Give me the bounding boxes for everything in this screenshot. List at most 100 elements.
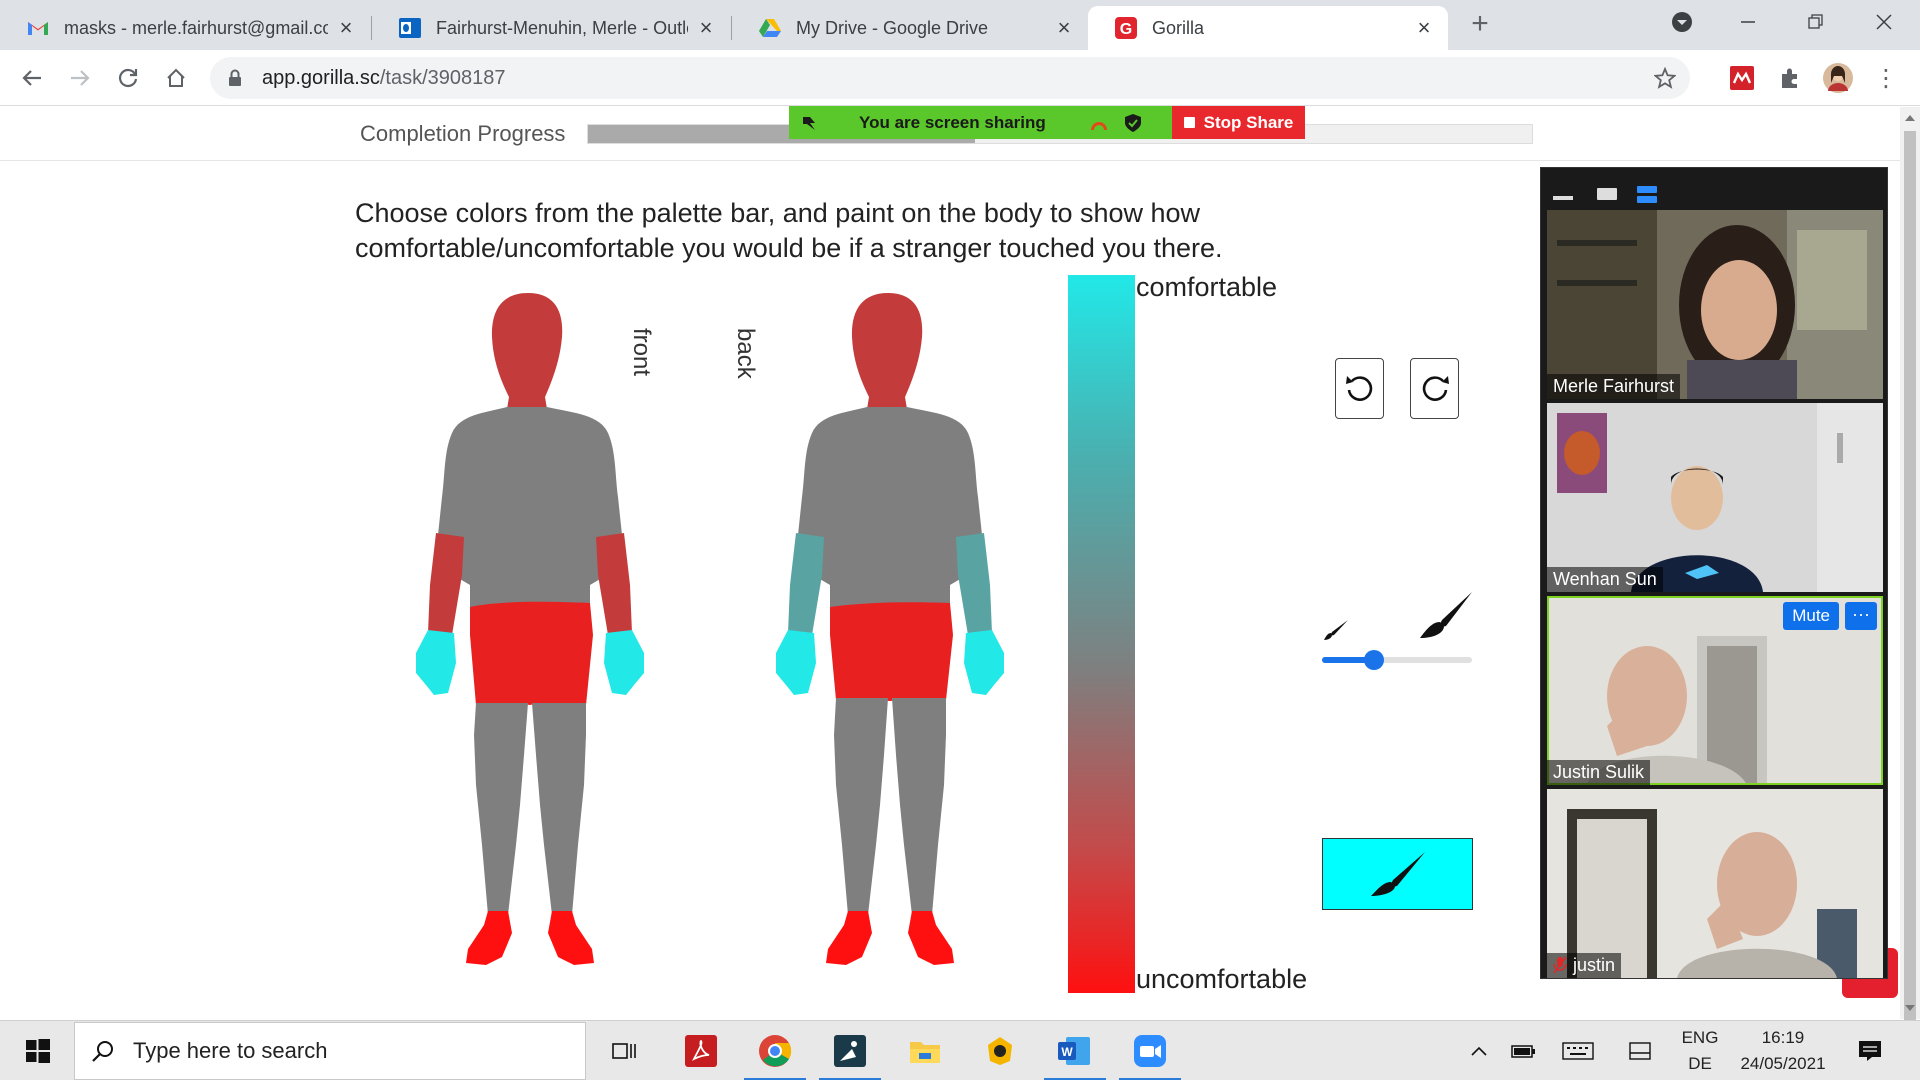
front-head[interactable] xyxy=(491,293,563,409)
back-body[interactable] xyxy=(776,293,1004,965)
participant-tile[interactable]: Merle Fairhurst xyxy=(1547,210,1883,399)
back-right-hand[interactable] xyxy=(776,630,816,695)
tab-search-icon[interactable] xyxy=(1652,0,1712,44)
gorilla-icon: G xyxy=(1115,17,1137,39)
stop-share-button[interactable]: Stop Share xyxy=(1172,106,1305,139)
keyboard-icon[interactable] xyxy=(1556,1021,1600,1080)
svg-text:G: G xyxy=(1120,21,1132,38)
front-body[interactable] xyxy=(416,293,644,965)
body-map-canvas[interactable] xyxy=(390,285,1030,1005)
back-right-forearm[interactable] xyxy=(788,533,824,635)
reload-icon[interactable] xyxy=(108,58,148,98)
minimize-icon[interactable] xyxy=(1718,0,1778,44)
front-right-hand[interactable] xyxy=(416,630,456,695)
front-left-forearm[interactable] xyxy=(596,533,632,635)
windows-start-button[interactable] xyxy=(10,1021,66,1080)
svg-text:W: W xyxy=(1061,1045,1073,1059)
slider-thumb[interactable] xyxy=(1363,650,1384,670)
front-torso[interactable] xyxy=(438,407,622,615)
acrobat-reader-icon[interactable] xyxy=(666,1021,736,1080)
back-left-foot[interactable] xyxy=(908,911,954,965)
input-language-indicator[interactable]: ENG DE xyxy=(1670,1021,1730,1080)
back-torso[interactable] xyxy=(798,407,982,615)
participant-name: Merle Fairhurst xyxy=(1547,374,1681,399)
mendeley-extension-icon[interactable] xyxy=(1722,58,1762,98)
scroll-thumb[interactable] xyxy=(1904,131,1916,1021)
minimize-video-icon[interactable] xyxy=(1553,186,1573,200)
page-scrollbar[interactable] xyxy=(1900,107,1920,1021)
taskbar-search-box[interactable]: Type here to search xyxy=(74,1022,586,1080)
front-left-foot[interactable] xyxy=(548,911,594,965)
undo-button[interactable] xyxy=(1335,358,1384,419)
zoom-app-icon[interactable] xyxy=(1115,1021,1185,1080)
back-right-leg[interactable] xyxy=(834,698,888,915)
kindle-reader-icon[interactable] xyxy=(815,1021,885,1080)
front-right-leg[interactable] xyxy=(474,703,528,915)
battery-icon[interactable] xyxy=(1504,1021,1544,1080)
close-tab-icon[interactable]: × xyxy=(1054,15,1074,41)
back-left-leg[interactable] xyxy=(892,698,946,915)
front-right-forearm[interactable] xyxy=(428,533,464,635)
back-right-foot[interactable] xyxy=(826,911,872,965)
show-hidden-icons[interactable] xyxy=(1464,1021,1494,1080)
speaker-view-icon[interactable] xyxy=(1597,186,1617,200)
close-window-icon[interactable] xyxy=(1854,0,1914,44)
participant-tile[interactable]: Wenhan Sun xyxy=(1547,403,1883,592)
front-hips[interactable] xyxy=(470,601,593,706)
gallery-view-icon[interactable] xyxy=(1637,186,1657,204)
close-tab-icon[interactable]: × xyxy=(1414,15,1434,41)
sharing-status-area[interactable]: You are screen sharing xyxy=(789,106,1172,139)
profile-avatar[interactable] xyxy=(1818,58,1858,98)
clock[interactable]: 16:19 24/05/2021 xyxy=(1730,1021,1836,1080)
back-head[interactable] xyxy=(851,293,923,409)
tab-title: My Drive - Google Drive xyxy=(796,17,989,38)
chrome-icon[interactable] xyxy=(740,1021,810,1080)
participant-video xyxy=(1547,403,1883,592)
selected-color-swatch[interactable] xyxy=(1322,838,1473,910)
front-left-hand[interactable] xyxy=(604,630,644,695)
participant-tile-active-speaker[interactable]: Mute ··· Justin Sulik xyxy=(1547,596,1883,785)
participant-tile[interactable]: justin xyxy=(1547,789,1883,978)
bookmark-star-icon[interactable] xyxy=(1654,67,1676,89)
tab-gorilla[interactable]: G Gorilla × xyxy=(1088,6,1448,50)
tab-outlook[interactable]: Fairhurst-Menuhin, Merle - Outlo × xyxy=(372,6,730,50)
display-icon[interactable] xyxy=(1620,1021,1660,1080)
color-palette-bar[interactable] xyxy=(1068,275,1135,993)
google-drive-icon xyxy=(759,19,781,37)
brush-size-slider[interactable] xyxy=(1322,650,1472,670)
chrome-menu-icon[interactable]: ⋮ xyxy=(1866,58,1906,98)
close-tab-icon[interactable]: × xyxy=(696,15,716,41)
notifications-icon[interactable] xyxy=(1850,1021,1890,1080)
screen-sharing-banner: You are screen sharing Stop Share xyxy=(789,106,1305,139)
tab-gmail[interactable]: masks - merle.fairhurst@gmail.co × xyxy=(0,6,370,50)
back-hips[interactable] xyxy=(830,602,953,702)
git-app-icon[interactable] xyxy=(965,1021,1035,1080)
new-tab-icon[interactable]: + xyxy=(1460,4,1500,44)
front-right-foot[interactable] xyxy=(466,911,512,965)
scroll-down-icon[interactable] xyxy=(1905,1005,1915,1013)
drag-handle-icon[interactable] xyxy=(801,114,819,132)
file-explorer-icon[interactable] xyxy=(890,1021,960,1080)
task-view-icon[interactable] xyxy=(590,1021,660,1080)
address-bar[interactable]: app.gorilla.sc/task/3908187 xyxy=(210,57,1690,99)
home-icon[interactable] xyxy=(156,58,196,98)
more-options-button[interactable]: ··· xyxy=(1845,602,1877,630)
large-brush-icon xyxy=(1420,592,1472,638)
redo-button[interactable] xyxy=(1410,358,1459,419)
scroll-up-icon[interactable] xyxy=(1905,113,1915,121)
extensions-puzzle-icon[interactable] xyxy=(1770,58,1810,98)
url-path: /task/3908187 xyxy=(379,66,506,89)
back-left-forearm[interactable] xyxy=(956,533,992,635)
back-left-hand[interactable] xyxy=(964,630,1004,695)
front-left-leg[interactable] xyxy=(532,703,586,915)
close-tab-icon[interactable]: × xyxy=(336,15,356,41)
tab-title: Gorilla xyxy=(1152,17,1205,38)
word-icon[interactable]: W xyxy=(1040,1021,1110,1080)
tab-title: Fairhurst-Menuhin, Merle - Outlo xyxy=(436,17,688,38)
forward-icon[interactable] xyxy=(60,58,100,98)
back-icon[interactable] xyxy=(12,58,52,98)
participant-name: Wenhan Sun xyxy=(1547,567,1663,592)
tab-google-drive[interactable]: My Drive - Google Drive × xyxy=(732,6,1088,50)
restore-icon[interactable] xyxy=(1786,0,1846,44)
mute-participant-button[interactable]: Mute xyxy=(1783,602,1839,630)
